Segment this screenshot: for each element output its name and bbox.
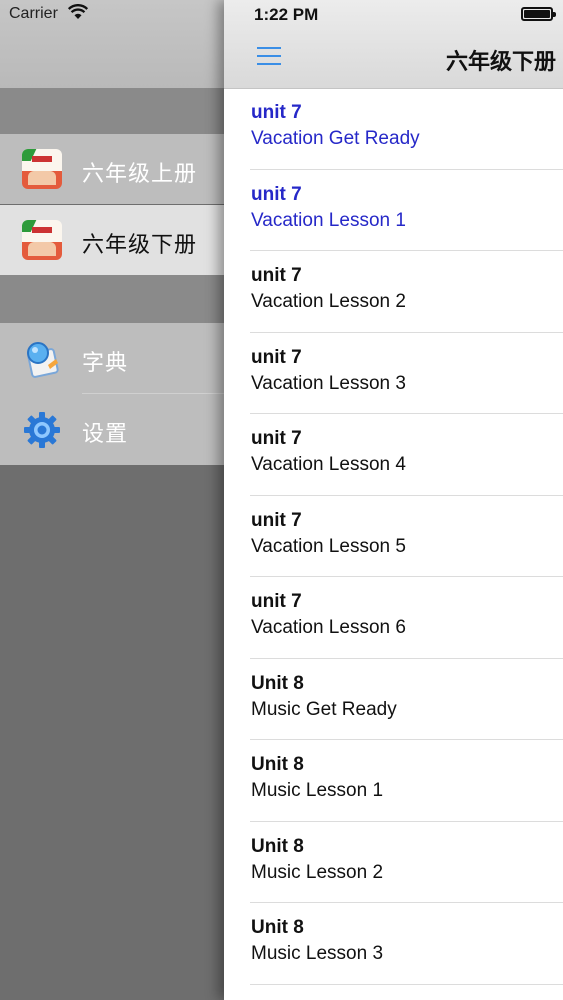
lesson-title: Vacation Get Ready bbox=[251, 128, 420, 149]
side-drawer: Carrier 六年级上册 六年级下册 字典 设置 bbox=[0, 0, 224, 1000]
lesson-unit-label: Unit 8 bbox=[251, 917, 304, 938]
wifi-icon bbox=[68, 4, 88, 19]
lesson-title: Vacation Lesson 6 bbox=[251, 617, 406, 638]
lesson-row[interactable]: unit 7 Vacation Lesson 2 bbox=[224, 251, 563, 333]
lesson-row[interactable]: Unit 8 Music Lesson 1 bbox=[224, 740, 563, 822]
main-panel: 1:22 PM 六年级下册 unit 7 Vacation Get Ready un… bbox=[224, 0, 563, 1000]
textbook-icon bbox=[22, 149, 62, 189]
lesson-title: Music Lesson 1 bbox=[251, 780, 384, 801]
lesson-unit-label: Unit 8 bbox=[251, 672, 304, 694]
drawer-spacer bbox=[0, 88, 224, 134]
lesson-unit-label: unit 7 bbox=[251, 265, 302, 286]
lesson-title: Music Lesson 2 bbox=[251, 861, 384, 883]
lesson-title: Vacation Lesson 1 bbox=[251, 209, 406, 231]
lesson-title: Music Get Ready bbox=[251, 698, 397, 720]
lesson-title: Vacation Lesson 2 bbox=[251, 291, 406, 312]
carrier-label: Carrier bbox=[9, 5, 58, 22]
dictionary-icon bbox=[27, 342, 59, 378]
lesson-row[interactable]: Unit 8 Music Lesson 3 bbox=[224, 903, 563, 985]
lesson-unit-label: unit 7 bbox=[251, 183, 302, 205]
textbook-icon bbox=[22, 220, 62, 260]
lesson-unit-label: unit 7 bbox=[251, 591, 302, 612]
lesson-list: unit 7 Vacation Get Ready unit 7 Vacation L… bbox=[224, 88, 563, 985]
navigation-bar: 1:22 PM 六年级下册 bbox=[224, 0, 563, 89]
lesson-unit-label: unit 7 bbox=[251, 428, 302, 449]
lesson-row[interactable]: unit 7 Vacation Lesson 3 bbox=[224, 333, 563, 414]
lesson-row[interactable]: Unit 8 Music Get Ready bbox=[224, 659, 563, 740]
lesson-row[interactable]: unit 7 Vacation Lesson 4 bbox=[224, 414, 563, 496]
drawer-item-settings[interactable]: 设置 bbox=[0, 394, 224, 465]
drawer-item-label: 字典 bbox=[82, 351, 129, 376]
battery-icon bbox=[521, 7, 556, 21]
status-time: 1:22 PM bbox=[254, 5, 319, 24]
hamburger-menu-icon[interactable] bbox=[257, 46, 281, 66]
lesson-unit-label: unit 7 bbox=[251, 346, 302, 368]
drawer-item-label: 设置 bbox=[82, 422, 129, 447]
lesson-row[interactable]: unit 7 Vacation Lesson 1 bbox=[224, 170, 563, 251]
drawer-item-label: 六年级下册 bbox=[82, 233, 198, 258]
lesson-title: Vacation Lesson 4 bbox=[251, 454, 406, 475]
drawer-item-dictionary[interactable]: 字典 bbox=[0, 323, 224, 394]
row-divider bbox=[250, 983, 563, 985]
lesson-row[interactable]: Unit 8 Music Lesson 2 bbox=[224, 822, 563, 903]
lesson-unit-label: Unit 8 bbox=[251, 835, 304, 857]
lesson-unit-label: unit 7 bbox=[251, 102, 302, 123]
drawer-item-grade6-vol2[interactable]: 六年级下册 bbox=[0, 205, 224, 275]
status-bar-left: Carrier bbox=[0, 0, 224, 88]
lesson-row[interactable]: unit 7 Vacation Lesson 6 bbox=[224, 577, 563, 659]
lesson-unit-label: Unit 8 bbox=[251, 754, 304, 775]
lesson-row[interactable]: unit 7 Vacation Get Ready bbox=[224, 88, 563, 170]
drawer-item-label: 六年级上册 bbox=[82, 162, 198, 187]
lesson-unit-label: unit 7 bbox=[251, 509, 302, 531]
lesson-title: Music Lesson 3 bbox=[251, 943, 384, 964]
lesson-title: Vacation Lesson 5 bbox=[251, 535, 406, 557]
gear-icon bbox=[24, 412, 60, 448]
drawer-item-grade6-vol1[interactable]: 六年级上册 bbox=[0, 134, 224, 204]
drawer-spacer bbox=[0, 275, 224, 323]
lesson-row[interactable]: unit 7 Vacation Lesson 5 bbox=[224, 496, 563, 577]
page-title: 六年级下册 bbox=[446, 50, 557, 75]
lesson-title: Vacation Lesson 3 bbox=[251, 372, 406, 394]
